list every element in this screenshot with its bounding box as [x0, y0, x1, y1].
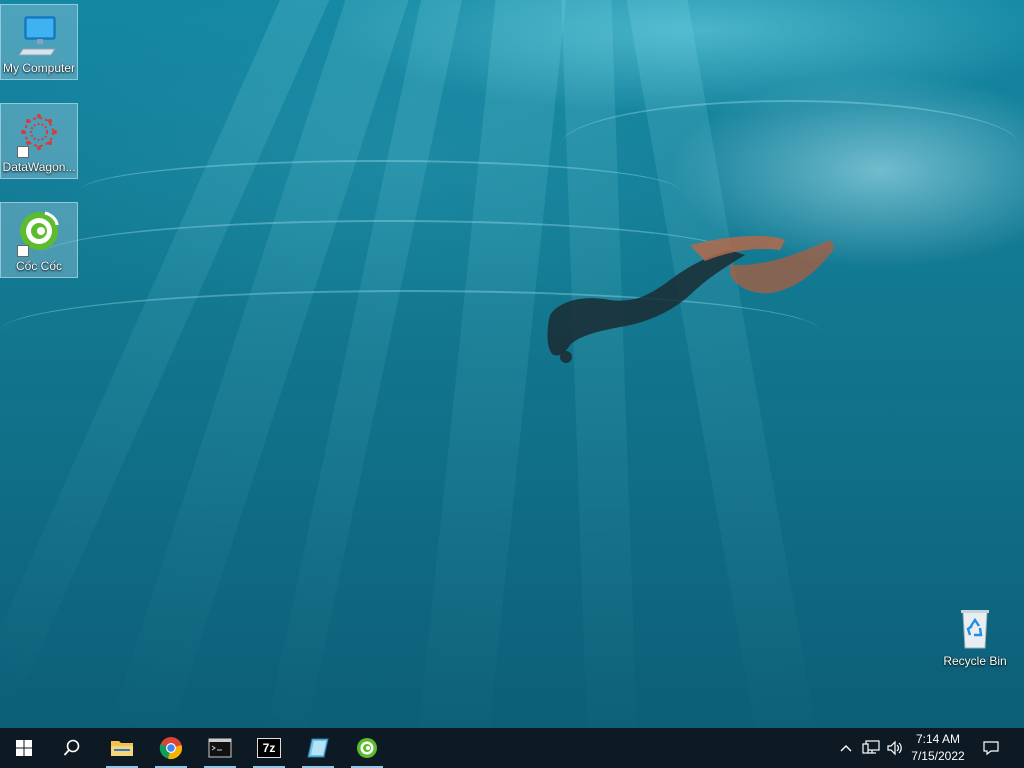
desktop-icon-coccoc[interactable]: Cốc Cốc: [0, 202, 78, 278]
taskbar-7zip[interactable]: 7z: [249, 728, 289, 768]
coccoc-icon: [357, 738, 377, 758]
computer-icon: [15, 11, 63, 59]
desktop-wallpaper: [0, 0, 1024, 728]
taskbar-file-explorer[interactable]: [102, 728, 142, 768]
desktop-icon-recycle-bin[interactable]: Recycle Bin: [937, 598, 1013, 672]
taskbar-notepad[interactable]: [298, 728, 338, 768]
cmd-icon: [208, 738, 232, 758]
clock-time: 7:14 AM: [915, 732, 961, 746]
show-hidden-icons-button[interactable]: [836, 728, 856, 768]
desktop-icon-label: DataWagon...: [2, 160, 76, 174]
search-button[interactable]: [51, 728, 93, 768]
notification-icon: [983, 741, 999, 756]
7zip-icon: 7z: [257, 738, 281, 758]
desktop-icon-datawagon[interactable]: DataWagon...: [0, 103, 78, 179]
notepad-icon: [307, 738, 329, 758]
speaker-icon: [887, 740, 902, 756]
chevron-up-icon: [840, 745, 852, 752]
recycle-bin-icon: [951, 604, 999, 652]
desktop-icon-label: My Computer: [2, 61, 76, 75]
shortcut-arrow-icon: [17, 146, 29, 158]
chrome-icon: [159, 737, 182, 759]
desktop-icon-my-computer[interactable]: My Computer: [0, 4, 78, 80]
start-button[interactable]: [3, 728, 45, 768]
taskbar-cmd[interactable]: [200, 728, 240, 768]
coccoc-icon: [15, 209, 63, 257]
desktop-icon-label: Cốc Cốc: [15, 259, 62, 273]
taskbar-chrome[interactable]: [151, 728, 191, 768]
volume-button[interactable]: [884, 728, 906, 768]
clock-date: 7/15/2022: [911, 749, 965, 763]
network-icon: [862, 740, 880, 754]
folder-icon: [111, 741, 133, 756]
taskbar-clock[interactable]: 7:14 AM 7/15/2022: [905, 731, 971, 767]
datawagon-icon: [15, 110, 63, 158]
shortcut-arrow-icon: [17, 245, 29, 257]
water-ripple: [560, 100, 1020, 192]
taskbar-coccoc[interactable]: [347, 728, 387, 768]
windows-logo-icon: [16, 740, 32, 756]
search-icon: [63, 739, 80, 756]
desktop-icon-label: Recycle Bin: [943, 654, 1007, 668]
diver-silhouette: [547, 235, 835, 363]
action-center-button[interactable]: [978, 728, 1004, 768]
taskbar: 7z 7:14 AM 7/15/2022: [0, 728, 1024, 768]
network-button[interactable]: [860, 728, 882, 768]
